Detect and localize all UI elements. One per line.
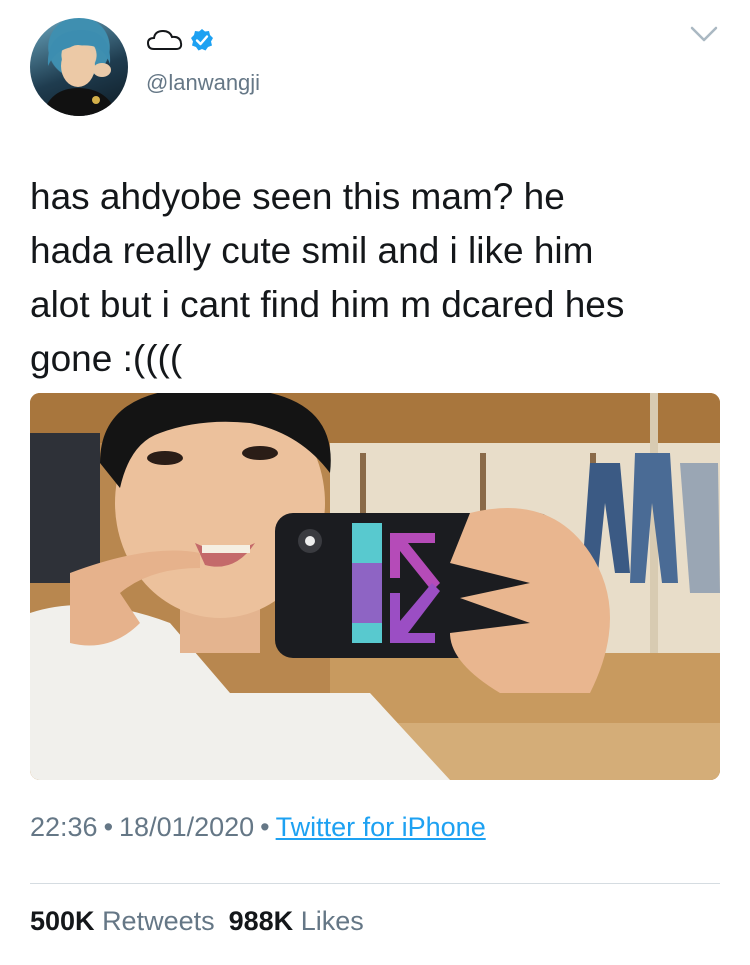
retweets-label: Retweets [102, 906, 215, 936]
meta-separator: • [103, 812, 114, 842]
tweet-stats: 500K Retweets 988K Likes [30, 906, 364, 937]
tweet-card: @lanwangji has ahdyobe seen this mam? he… [0, 0, 750, 965]
divider [30, 883, 720, 884]
retweets-count: 500K [30, 906, 95, 936]
retweets-stat[interactable]: 500K Retweets [30, 906, 215, 936]
chevron-down-icon[interactable] [688, 22, 720, 46]
likes-stat[interactable]: 988K Likes [229, 906, 364, 936]
tweet-photo[interactable] [30, 393, 720, 780]
tweet-text: has ahdyobe seen this mam? he hada reall… [30, 176, 625, 379]
avatar[interactable] [30, 18, 128, 116]
meta-separator: • [260, 812, 270, 842]
tweet-source-link[interactable]: Twitter for iPhone [276, 812, 486, 842]
user-handle[interactable]: @lanwangji [146, 70, 260, 96]
likes-count: 988K [228, 906, 294, 936]
display-name-row[interactable] [146, 26, 214, 54]
tweet-meta: 22:36 • 18/01/2020 • Twitter for iPhone [30, 812, 486, 843]
tweet-date: 18/01/2020 [119, 812, 255, 842]
likes-label: Likes [300, 906, 364, 936]
cloud-icon [146, 29, 183, 50]
tweet-time: 22:36 [30, 812, 98, 842]
verified-badge-icon [191, 29, 213, 51]
